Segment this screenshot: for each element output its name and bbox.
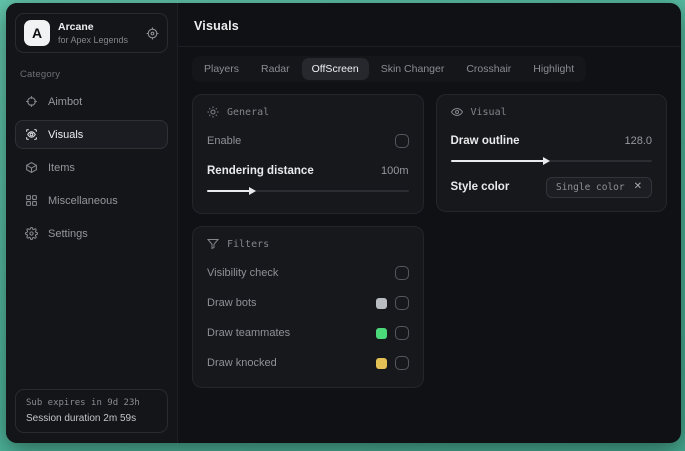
- general-card-title: General: [227, 106, 270, 118]
- sidebar-item-label: Visuals: [48, 128, 84, 141]
- slider-fill: [207, 187, 257, 195]
- sidebar-item-label: Aimbot: [48, 95, 83, 108]
- page-body: Players Radar OffScreen Skin Changer Cro…: [178, 47, 681, 397]
- category-label: Category: [20, 69, 61, 80]
- sidebar-item-label: Miscellaneous: [48, 194, 118, 207]
- gear-icon: [25, 227, 38, 240]
- draw-teammates-color-swatch[interactable]: [375, 327, 387, 339]
- tab-bar: Players Radar OffScreen Skin Changer Cro…: [192, 56, 587, 82]
- style-color-select[interactable]: Single color ✕: [545, 176, 652, 198]
- grid-icon: [25, 194, 38, 207]
- sidebar-item-items[interactable]: Items: [15, 153, 168, 182]
- slider-fill: [450, 157, 551, 165]
- enable-row: Enable: [207, 130, 409, 152]
- slider-thumb[interactable]: [249, 187, 257, 195]
- session-duration-text: Session duration 2m 59s: [26, 413, 137, 424]
- tab-skin-changer[interactable]: Skin Changer: [371, 58, 455, 80]
- draw-outline-row: Draw outline 128.0: [451, 130, 653, 152]
- draw-bots-row: Draw bots: [207, 292, 409, 314]
- subscription-info-box: Sub expires in 9d 23h Session duration 2…: [15, 389, 168, 433]
- draw-knocked-label: Draw knocked: [207, 357, 277, 369]
- style-color-row: Style color Single color ✕: [450, 176, 652, 198]
- enable-label: Enable: [207, 135, 242, 147]
- draw-bots-checkbox[interactable]: [394, 296, 409, 310]
- style-color-label: Style color: [450, 181, 510, 193]
- main-panel: Visuals Players Radar OffScreen Skin Cha…: [178, 3, 681, 443]
- app-subtitle: for Apex Legends: [58, 35, 129, 45]
- sun-icon: [207, 106, 219, 118]
- rendering-distance-slider[interactable]: [207, 186, 409, 196]
- package-icon: [25, 161, 38, 174]
- visibility-check-row: Visibility check: [207, 262, 409, 284]
- filters-card-header: Filters: [207, 238, 409, 250]
- draw-bots-controls: [375, 296, 409, 310]
- sidebar-item-label: Settings: [48, 227, 88, 240]
- visual-card: Visual Draw outline 128.0 Style color Si…: [435, 94, 667, 212]
- filters-card-title: Filters: [227, 238, 270, 250]
- eye-icon: [450, 106, 463, 118]
- scan-eye-icon: [25, 128, 38, 141]
- draw-outline-label: Draw outline: [450, 135, 520, 147]
- close-icon[interactable]: ✕: [634, 182, 642, 192]
- draw-outline-slider[interactable]: [450, 156, 652, 166]
- visual-card-title: Visual: [470, 106, 507, 118]
- funnel-icon: [207, 238, 219, 250]
- general-card-header: General: [207, 106, 409, 118]
- draw-teammates-controls: [375, 326, 409, 340]
- slider-thumb[interactable]: [543, 157, 551, 165]
- cards-grid: General Enable Rendering distance 100m V…: [192, 94, 667, 388]
- sidebar-item-settings[interactable]: Settings: [15, 219, 168, 248]
- visibility-check-checkbox[interactable]: [394, 266, 409, 280]
- sidebar: A Arcane for Apex Legends Category Aimbo…: [6, 3, 178, 443]
- tab-players[interactable]: Players: [194, 58, 249, 80]
- app-name: Arcane: [58, 21, 94, 33]
- sidebar-item-label: Items: [48, 161, 75, 174]
- draw-teammates-row: Draw teammates: [207, 322, 409, 344]
- rendering-distance-label: Rendering distance: [207, 165, 314, 177]
- draw-teammates-checkbox[interactable]: [394, 326, 409, 340]
- rendering-distance-value: 100m: [380, 165, 409, 177]
- draw-bots-color-swatch[interactable]: [375, 297, 387, 309]
- draw-knocked-checkbox[interactable]: [394, 356, 409, 370]
- visibility-check-label: Visibility check: [207, 267, 279, 279]
- sidebar-item-visuals[interactable]: Visuals: [15, 120, 168, 149]
- tab-offscreen[interactable]: OffScreen: [301, 58, 369, 80]
- draw-teammates-label: Draw teammates: [207, 327, 291, 339]
- app-title-block: Arcane for Apex Legends: [58, 21, 128, 45]
- sidebar-item-aimbot[interactable]: Aimbot: [15, 87, 168, 116]
- visual-card-header: Visual: [450, 106, 653, 118]
- tab-radar[interactable]: Radar: [251, 58, 300, 80]
- enable-checkbox[interactable]: [394, 134, 409, 148]
- style-color-value: Single color: [555, 181, 625, 193]
- sidebar-item-miscellaneous[interactable]: Miscellaneous: [15, 186, 168, 215]
- rendering-distance-row: Rendering distance 100m: [207, 160, 409, 182]
- app-window: A Arcane for Apex Legends Category Aimbo…: [6, 3, 681, 443]
- draw-knocked-row: Draw knocked: [207, 352, 409, 374]
- crosshair-icon: [25, 95, 38, 108]
- draw-bots-label: Draw bots: [207, 297, 257, 309]
- page-title: Visuals: [194, 19, 239, 33]
- general-card: General Enable Rendering distance 100m: [192, 94, 424, 214]
- draw-knocked-color-swatch[interactable]: [375, 357, 387, 369]
- tab-crosshair[interactable]: Crosshair: [456, 58, 521, 80]
- app-logo: A: [24, 20, 50, 46]
- sub-expires-text: Sub expires in 9d 23h: [26, 398, 140, 408]
- page-header: Visuals: [178, 3, 681, 47]
- filters-card: Filters Visibility check Draw bots Draw …: [192, 226, 424, 388]
- sidebar-header: A Arcane for Apex Legends: [15, 13, 168, 53]
- tab-highlight[interactable]: Highlight: [523, 58, 584, 80]
- draw-knocked-controls: [375, 356, 409, 370]
- draw-outline-value: 128.0: [624, 135, 652, 147]
- target-icon[interactable]: [146, 27, 159, 40]
